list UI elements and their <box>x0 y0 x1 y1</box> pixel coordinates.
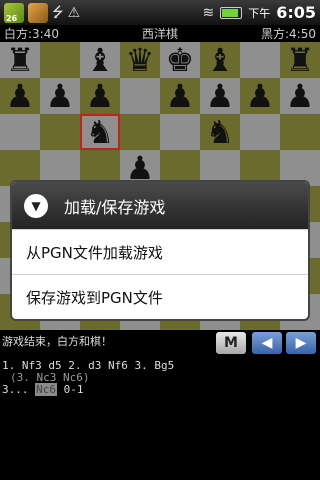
battery-icon <box>220 6 243 19</box>
square-d8[interactable]: ♛ <box>120 42 160 78</box>
square-g8[interactable] <box>240 42 280 78</box>
clock-time: 6:05 <box>276 3 316 22</box>
square-c7[interactable]: ♟ <box>80 78 120 114</box>
piece: ♟ <box>245 77 275 115</box>
square-d6[interactable] <box>120 114 160 150</box>
dialog-title: 加载/保存游戏 <box>64 197 166 217</box>
warning-icon: ⚠ <box>67 4 81 21</box>
battery-fill <box>222 8 239 17</box>
square-e6[interactable] <box>160 114 200 150</box>
piece: ♝ <box>205 41 235 79</box>
square-g5[interactable] <box>240 150 280 186</box>
square-a5[interactable] <box>0 150 40 186</box>
piece: ♛ <box>125 41 155 79</box>
piece: ♚ <box>165 41 195 79</box>
load-pgn-label: 从PGN文件加载游戏 <box>26 243 163 262</box>
piece: ♟ <box>285 77 315 115</box>
game-result: 0-1 <box>63 383 84 396</box>
square-e5[interactable] <box>160 150 200 186</box>
square-f6[interactable]: ♞ <box>200 114 240 150</box>
square-a8[interactable]: ♜ <box>0 42 40 78</box>
square-e7[interactable]: ♟ <box>160 78 200 114</box>
square-b5[interactable] <box>40 150 80 186</box>
piece: ♟ <box>205 77 235 115</box>
save-pgn-label: 保存游戏到PGN文件 <box>26 288 163 307</box>
square-f7[interactable]: ♟ <box>200 78 240 114</box>
notification-count: 26 <box>6 13 18 23</box>
piece: ♟ <box>125 149 155 187</box>
app-title: 西洋棋 <box>141 27 178 41</box>
dialog-header: ▼ 加载/保存游戏 <box>12 182 308 229</box>
arrow-left-icon[interactable]: ◀ <box>252 332 282 354</box>
square-g6[interactable] <box>240 114 280 150</box>
square-e8[interactable]: ♚ <box>160 42 200 78</box>
square-a7[interactable]: ♟ <box>0 78 40 114</box>
arrow-right-icon[interactable]: ▶ <box>286 332 316 354</box>
square-a6[interactable] <box>0 114 40 150</box>
square-b6[interactable] <box>40 114 80 150</box>
square-h6[interactable] <box>280 114 320 150</box>
game-status: 游戏结束，白方和棋！ <box>2 335 112 348</box>
move-list: 1. Nf3 d5 2. d3 Nf6 3. Bg5 (3. Nc3 Nc6) … <box>0 360 320 396</box>
square-h5[interactable] <box>280 150 320 186</box>
square-c5[interactable] <box>80 150 120 186</box>
piece: ♝ <box>85 41 115 79</box>
square-c8[interactable]: ♝ <box>80 42 120 78</box>
square-c6[interactable]: ♞ <box>80 114 120 150</box>
square-b7[interactable]: ♟ <box>40 78 80 114</box>
piece: ♜ <box>5 41 35 79</box>
square-d7[interactable] <box>120 78 160 114</box>
move-line-3: 3... Nc6 0-1 <box>2 383 318 396</box>
square-g7[interactable]: ♟ <box>240 78 280 114</box>
save-pgn-item[interactable]: 保存游戏到PGN文件 <box>12 274 308 319</box>
piece: ♟ <box>165 77 195 115</box>
notification-app-icon-2[interactable] <box>28 2 48 23</box>
piece: ♟ <box>5 77 35 115</box>
piece: ♟ <box>45 77 75 115</box>
current-move[interactable]: Nc6 <box>35 383 57 396</box>
square-d5[interactable]: ♟ <box>120 150 160 186</box>
square-f8[interactable]: ♝ <box>200 42 240 78</box>
square-h8[interactable]: ♜ <box>280 42 320 78</box>
load-pgn-item[interactable]: 从PGN文件加载游戏 <box>12 229 308 274</box>
wifi-icon: ≋ <box>202 4 215 21</box>
notification-app-icon[interactable]: 26 <box>4 2 24 23</box>
square-f5[interactable] <box>200 150 240 186</box>
ampm-label: 下午 <box>248 6 271 20</box>
piece: ♟ <box>85 77 115 115</box>
piece: ♞ <box>205 113 235 151</box>
square-b8[interactable] <box>40 42 80 78</box>
clock-row: 白方:3:40 西洋棋 黑方:4:50 <box>0 25 320 42</box>
chevron-down-icon: ▼ <box>24 193 48 218</box>
load-save-dialog: ▼ 加载/保存游戏 从PGN文件加载游戏 保存游戏到PGN文件 <box>12 182 308 319</box>
piece: ♞ <box>85 113 115 151</box>
piece: ♜ <box>285 41 315 79</box>
mode-button[interactable]: M <box>216 332 246 354</box>
status-bar: 26 ⭍ ⚠ ≋ 下午 6:05 <box>0 0 320 25</box>
usb-icon: ⭍ <box>52 4 64 21</box>
square-h7[interactable]: ♟ <box>280 78 320 114</box>
move-number: 3... <box>2 383 29 396</box>
